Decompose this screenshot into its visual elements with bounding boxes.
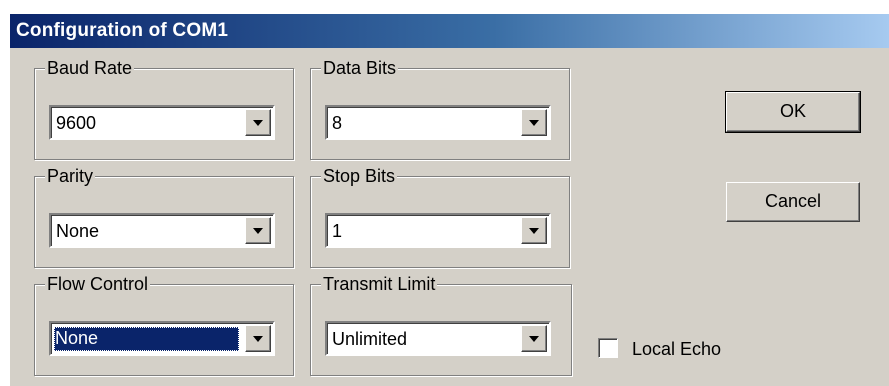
data-bits-dropdown-button[interactable]	[521, 109, 547, 136]
parity-select[interactable]: None	[49, 213, 275, 248]
local-echo-label[interactable]: Local Echo	[632, 338, 721, 360]
transmit-limit-group: Transmit Limit Unlimited	[310, 273, 572, 376]
local-echo-checkbox[interactable]	[598, 338, 618, 358]
data-bits-label: Data Bits	[321, 57, 399, 79]
parity-value: None	[56, 221, 100, 241]
config-dialog: Configuration of COM1 Baud Rate 9600 Dat…	[10, 14, 889, 386]
flow-control-select[interactable]: None	[49, 321, 275, 356]
data-bits-value: 8	[332, 113, 343, 133]
stop-bits-group: Stop Bits 1	[310, 165, 570, 268]
data-bits-select[interactable]: 8	[325, 105, 551, 140]
flow-control-group: Flow Control None	[34, 273, 294, 376]
transmit-limit-value: Unlimited	[332, 329, 408, 349]
transmit-limit-dropdown-button[interactable]	[521, 325, 547, 352]
cancel-button[interactable]: Cancel	[726, 182, 860, 222]
window-title: Configuration of COM1	[16, 20, 229, 41]
chevron-down-icon	[253, 120, 263, 126]
flow-control-label: Flow Control	[45, 273, 151, 295]
baud-rate-value: 9600	[56, 113, 97, 133]
chevron-down-icon	[529, 336, 539, 342]
data-bits-group: Data Bits 8	[310, 57, 570, 160]
baud-rate-select[interactable]: 9600	[49, 105, 275, 140]
flow-control-dropdown-button[interactable]	[245, 325, 271, 352]
chevron-down-icon	[529, 228, 539, 234]
baud-rate-dropdown-button[interactable]	[245, 109, 271, 136]
stop-bits-select[interactable]: 1	[325, 213, 551, 248]
ok-button[interactable]: OK	[725, 91, 861, 133]
parity-label: Parity	[45, 165, 96, 187]
transmit-limit-label: Transmit Limit	[321, 273, 438, 295]
title-bar[interactable]: Configuration of COM1	[10, 14, 889, 48]
chevron-down-icon	[529, 120, 539, 126]
flow-control-value: None	[54, 327, 239, 351]
stop-bits-label: Stop Bits	[321, 165, 398, 187]
stop-bits-dropdown-button[interactable]	[521, 217, 547, 244]
chevron-down-icon	[253, 228, 263, 234]
baud-rate-group: Baud Rate 9600	[34, 57, 294, 160]
baud-rate-label: Baud Rate	[45, 57, 135, 79]
chevron-down-icon	[253, 336, 263, 342]
parity-group: Parity None	[34, 165, 294, 268]
parity-dropdown-button[interactable]	[245, 217, 271, 244]
stop-bits-value: 1	[332, 221, 343, 241]
transmit-limit-select[interactable]: Unlimited	[325, 321, 551, 356]
